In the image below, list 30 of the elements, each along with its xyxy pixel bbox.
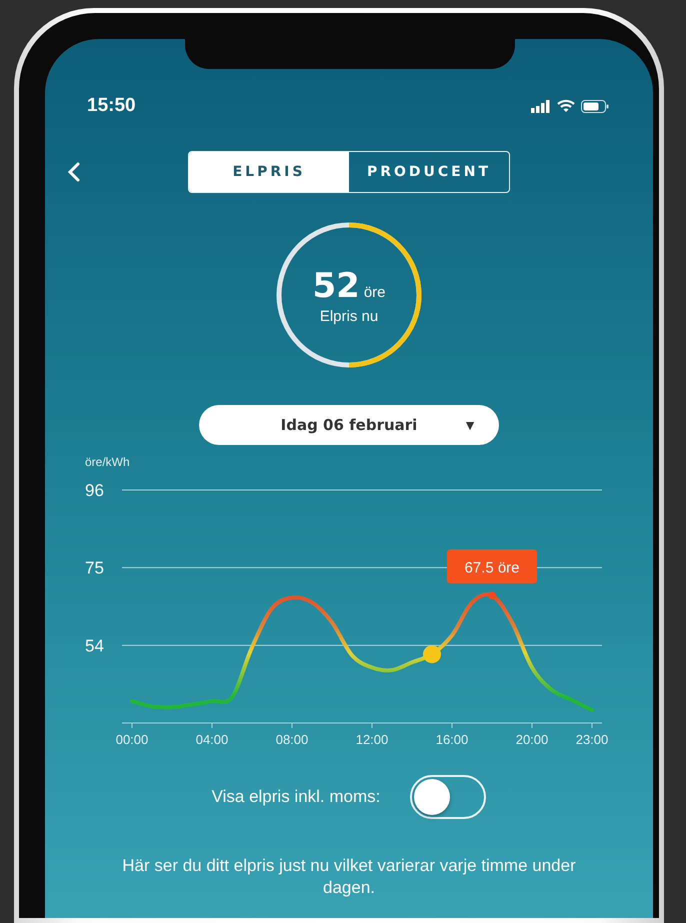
- back-chevron-icon: [67, 161, 81, 183]
- battery-icon: [581, 100, 609, 112]
- segment-tab[interactable]: PRODUCENT: [349, 152, 509, 192]
- signal-icon: [531, 100, 551, 112]
- price-tooltip: 67.5 öre: [447, 549, 537, 584]
- price-caption: Elpris nu: [320, 308, 378, 324]
- segment-tab[interactable]: ELPRIS: [189, 152, 349, 192]
- price-unit: öre: [364, 284, 386, 300]
- y-axis-label: öre/kWh: [85, 455, 130, 469]
- x-tick-label: 08:00: [276, 732, 308, 747]
- date-dropdown[interactable]: Idag 06 februari ▼: [199, 405, 499, 445]
- status-time: 15:50: [87, 95, 136, 117]
- caret-icon: ▼: [463, 417, 477, 433]
- y-tick-label: 75: [85, 558, 104, 578]
- price-value: 52: [312, 266, 360, 306]
- y-tick-label: 54: [85, 636, 104, 656]
- annotation: 67.5 öre: [464, 559, 520, 576]
- vat-toggle[interactable]: [410, 775, 486, 819]
- peak-marker: [488, 591, 496, 600]
- x-tick-label: 20:00: [516, 732, 548, 747]
- x-tick-label: 16:00: [436, 732, 468, 747]
- info-text: Här ser du ditt elpris just nu vilket varierar varje timme under dagen.: [121, 855, 577, 900]
- x-tick-label: 12:00: [356, 732, 388, 747]
- x-tick-label: 23:00: [576, 732, 608, 747]
- current-price-marker[interactable]: [423, 645, 441, 664]
- y-tick-label: 96: [85, 481, 104, 500]
- x-tick-label: 04:00: [196, 732, 228, 747]
- x-tick-label: 00:00: [116, 732, 148, 747]
- wifi-icon: [557, 99, 575, 113]
- vat-toggle-label: Visa elpris inkl. moms:: [212, 787, 380, 807]
